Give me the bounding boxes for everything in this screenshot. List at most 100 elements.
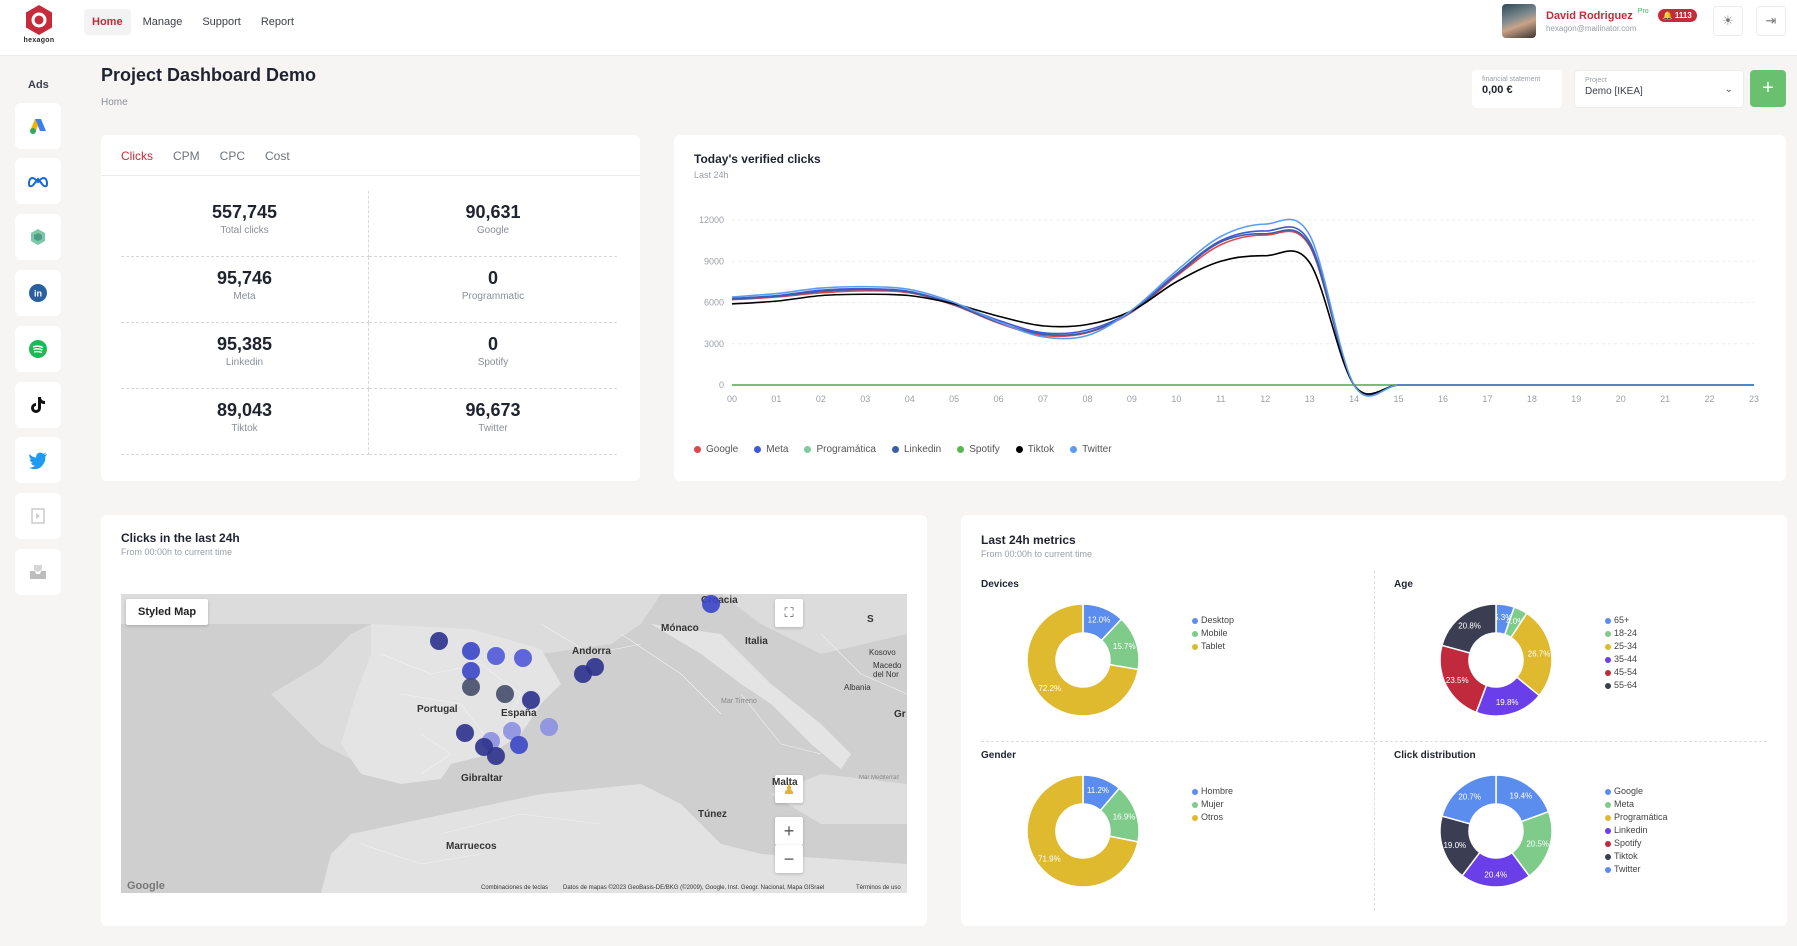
sidebar-item-linkedin[interactable]: in	[15, 270, 61, 316]
pie-legend-item[interactable]: Mobile	[1192, 627, 1234, 640]
zoom-out-button[interactable]: −	[775, 845, 803, 873]
pie-legend: Hombre Mujer Otros	[1192, 785, 1233, 824]
map-terms-link[interactable]: Términos de uso	[856, 885, 901, 891]
map-marker[interactable]	[496, 685, 514, 703]
pie-legend-item[interactable]: Twitter	[1605, 863, 1668, 876]
map-marker[interactable]	[522, 691, 540, 709]
legend-dot	[754, 446, 762, 453]
series-line-tiktok[interactable]	[731, 250, 1754, 395]
pie-legend-item[interactable]: Desktop	[1192, 614, 1234, 627]
notification-badge[interactable]: 🔔 1113	[1657, 9, 1697, 22]
series-line-meta[interactable]	[731, 226, 1754, 397]
legend-item[interactable]: Tiktok	[1015, 444, 1054, 455]
pie-legend-item[interactable]: Programática	[1605, 811, 1668, 824]
series-line-google[interactable]	[731, 230, 1754, 397]
top-bar: hexagon Home Manage Support Report David…	[0, 0, 1797, 56]
stat-value: 96,673	[465, 400, 521, 420]
legend-item[interactable]: Linkedin	[891, 444, 941, 455]
legend-item[interactable]: Programática	[804, 444, 876, 455]
pie-legend-item[interactable]: Linkedin	[1605, 824, 1668, 837]
pie-legend-item[interactable]: 35-44	[1605, 653, 1637, 666]
tab-cpc[interactable]: CPC	[220, 149, 245, 163]
tab-cost[interactable]: Cost	[265, 149, 290, 163]
hexagon-logo[interactable]: hexagon	[20, 3, 58, 44]
pie-legend-item[interactable]: 55-64	[1605, 679, 1637, 692]
map-attribution: Datos de mapas ©2023 GeoBasis-DE/BKG (©2…	[563, 885, 825, 891]
legend-label: Google	[706, 444, 739, 455]
logout-button[interactable]: ⇥	[1756, 6, 1786, 36]
map-marker[interactable]	[586, 658, 604, 676]
sidebar-item-tiktok[interactable]	[15, 382, 61, 428]
legend-item[interactable]: Meta	[754, 444, 788, 455]
tab-clicks[interactable]: Clicks	[121, 149, 153, 163]
legend-dot	[957, 446, 965, 453]
x-tick-label: 02	[816, 394, 826, 404]
hexagon-logo-icon	[26, 5, 52, 35]
financial-statement: financial statement 0,00 €	[1472, 70, 1562, 108]
legend-item[interactable]: Google	[694, 444, 738, 455]
nav-support[interactable]: Support	[194, 9, 249, 35]
sidebar-item-hexagon[interactable]	[15, 214, 61, 260]
legend-item[interactable]: Spotify	[957, 444, 1000, 455]
sidebar-item-meta[interactable]	[15, 158, 61, 204]
clicks-map[interactable]: Styled Map ⛶ ♟ + − Croacia Mónaco Andorr…	[121, 594, 907, 893]
pie-legend-item[interactable]: Tablet	[1192, 640, 1234, 653]
sidebar-item-programmatic[interactable]	[15, 493, 61, 539]
map-title: Clicks in the last 24h	[121, 531, 240, 545]
map-marker[interactable]	[462, 642, 480, 660]
nav-home[interactable]: Home	[84, 9, 131, 35]
legend-dot	[1605, 801, 1611, 808]
user-email: hexagon@mailinator.com	[1546, 24, 1637, 33]
map-marker[interactable]	[456, 724, 474, 742]
sidebar-item-twitter[interactable]	[15, 437, 61, 483]
tab-cpm[interactable]: CPM	[173, 149, 200, 163]
pie-legend-item[interactable]: 25-34	[1605, 640, 1637, 653]
sidebar-item-google-ads[interactable]	[15, 103, 61, 149]
nav-manage[interactable]: Manage	[135, 9, 191, 35]
add-button[interactable]: +	[1750, 70, 1786, 107]
user-menu[interactable]: David Rodriguez Pro 🔔 1113 hexagon@maili…	[1502, 4, 1697, 38]
legend-dot	[1605, 656, 1611, 663]
pie-legend-item[interactable]: Spotify	[1605, 837, 1668, 850]
pie-legend-item[interactable]: Mujer	[1192, 798, 1233, 811]
styled-map-button[interactable]: Styled Map	[126, 599, 209, 625]
map-marker[interactable]	[430, 632, 448, 650]
y-tick-label: 3000	[704, 339, 724, 349]
pie-legend-item[interactable]: Hombre	[1192, 785, 1233, 798]
pie-legend-item[interactable]: Tiktok	[1605, 850, 1668, 863]
avatar[interactable]	[1502, 4, 1536, 38]
pie-legend-item[interactable]: Meta	[1605, 798, 1668, 811]
x-tick-label: 23	[1749, 394, 1759, 404]
pie-slice-label: 19.8%	[1496, 698, 1519, 707]
pie-legend-item[interactable]: 18-24	[1605, 627, 1637, 640]
zoom-in-button[interactable]: +	[775, 817, 803, 845]
stat-label: Twitter	[478, 423, 508, 434]
legend-dot	[1605, 643, 1611, 650]
series-line-linkedin[interactable]	[731, 229, 1754, 397]
map-marker[interactable]	[510, 736, 528, 754]
breadcrumb[interactable]: Home	[101, 97, 128, 108]
legend-item[interactable]: Twitter	[1070, 444, 1112, 455]
map-marker[interactable]	[702, 595, 720, 613]
map-marker[interactable]	[540, 718, 558, 736]
sidebar-item-inbox[interactable]	[15, 549, 61, 595]
nav-report[interactable]: Report	[253, 9, 302, 35]
project-select[interactable]: Project Demo [IKEA] ⌄	[1574, 70, 1744, 108]
sidebar-item-spotify[interactable]	[15, 326, 61, 372]
line-chart-subtitle: Last 24h	[694, 170, 729, 180]
fullscreen-button[interactable]: ⛶	[775, 599, 803, 627]
stats-tabs: Clicks CPM CPC Cost	[121, 149, 290, 163]
map-marker[interactable]	[514, 649, 532, 667]
map-marker[interactable]	[487, 647, 505, 665]
map-marker[interactable]	[487, 747, 505, 765]
pie-legend-item[interactable]: Otros	[1192, 811, 1233, 824]
stat-spotify: 0 Spotify	[369, 323, 617, 389]
theme-toggle-button[interactable]: ☀	[1713, 6, 1743, 36]
pie-legend-item[interactable]: 45-54	[1605, 666, 1637, 679]
pie-legend-item[interactable]: 65+	[1605, 614, 1637, 627]
map-shortcuts-link[interactable]: Combinaciones de teclas	[481, 885, 548, 891]
map-marker[interactable]	[462, 678, 480, 696]
series-line-twitter[interactable]	[731, 218, 1754, 397]
pie-legend-item[interactable]: Google	[1605, 785, 1668, 798]
stat-google: 90,631 Google	[369, 191, 617, 257]
